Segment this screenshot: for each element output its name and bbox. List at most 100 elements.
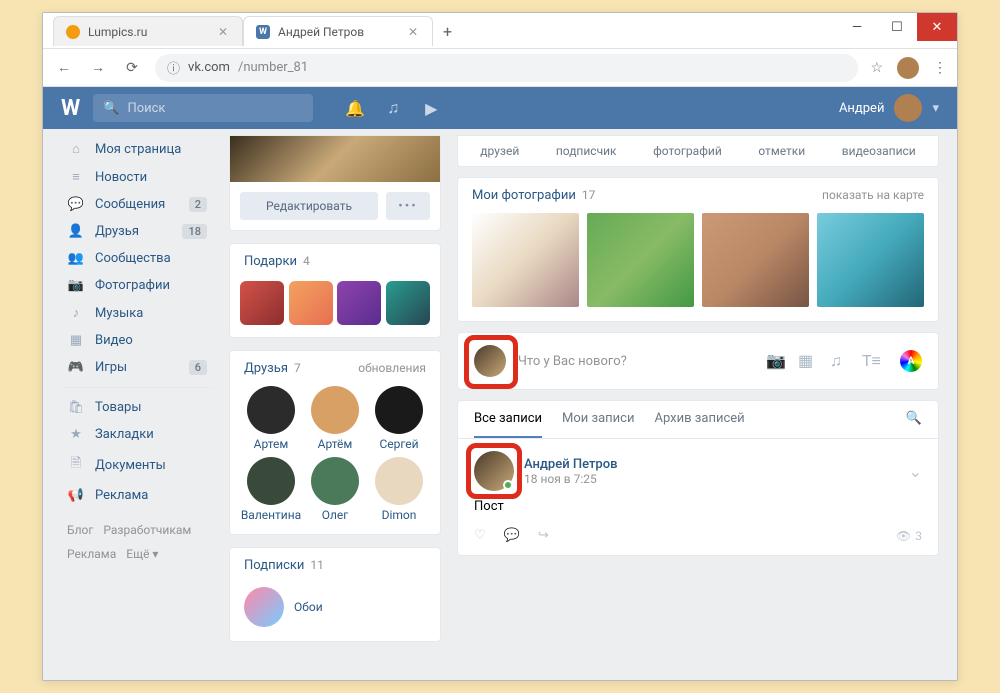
edit-profile-button[interactable]: Редактировать	[240, 192, 378, 220]
address-bar[interactable]: ⓘ vk.com/number_81	[155, 54, 858, 82]
profile-picture[interactable]	[230, 136, 440, 182]
favicon-vk: W	[256, 25, 270, 39]
post-composer[interactable]: Что у Вас нового? 📷 ▦ ♫ T≡ A	[457, 332, 939, 390]
gift-item[interactable]	[240, 281, 284, 325]
nav-market[interactable]: 🛍Товары	[61, 394, 213, 421]
friend-item[interactable]: Dimon	[368, 457, 430, 522]
tab-all-posts[interactable]: Все записи	[474, 411, 542, 438]
friend-item[interactable]: Артем	[240, 386, 302, 451]
footer-dev[interactable]: Разработчикам	[103, 521, 191, 539]
window-controls: — ☐ ✕	[837, 13, 957, 41]
text-style-icon[interactable]: T≡	[862, 351, 880, 371]
stat-friends[interactable]: друзей	[480, 144, 519, 158]
post-menu-icon[interactable]: ⌄	[909, 462, 922, 481]
footer-more[interactable]: Ещё ▾	[126, 545, 158, 563]
new-tab-button[interactable]: +	[433, 22, 462, 41]
gift-item[interactable]	[289, 281, 333, 325]
like-button[interactable]: ♡	[474, 528, 486, 543]
share-button[interactable]: ↪	[538, 528, 549, 543]
friends-updates[interactable]: обновления	[358, 361, 426, 375]
nav-messages[interactable]: 💬Сообщения2	[61, 191, 213, 218]
nav-documents[interactable]: 🗎Документы	[61, 448, 213, 482]
photo-thumb[interactable]	[587, 213, 694, 307]
nav-photos[interactable]: 📷Фотографии	[61, 272, 213, 299]
sub-item[interactable]: Обои	[230, 579, 440, 641]
vk-search[interactable]: 🔍 Поиск	[93, 94, 313, 122]
friend-avatar	[247, 386, 295, 434]
tab-archive[interactable]: Архив записей	[655, 411, 745, 438]
menu-icon[interactable]: ⋮	[933, 60, 947, 76]
nav-friends[interactable]: 👤Друзья18	[61, 218, 213, 245]
ads-icon: 📢	[67, 488, 85, 503]
friend-item[interactable]: Сергей	[368, 386, 430, 451]
vk-body: ⌂Моя страница ≡Новости 💬Сообщения2 👤Друз…	[43, 129, 957, 680]
chrome-profile-avatar[interactable]	[897, 57, 919, 79]
friend-item[interactable]: Валентина	[240, 457, 302, 522]
stat-photos[interactable]: фотографий	[653, 144, 722, 158]
photo-thumb[interactable]	[702, 213, 809, 307]
attach-photo-icon[interactable]: 📷	[766, 351, 784, 371]
photos-title[interactable]: Мои фотографии	[472, 188, 576, 203]
friend-item[interactable]: Олег	[304, 457, 366, 522]
stat-videos[interactable]: видеозаписи	[842, 144, 916, 158]
nav-games[interactable]: 🎮Игры6	[61, 354, 213, 381]
games-icon: 🎮	[67, 360, 85, 375]
vk-user-menu[interactable]: Андрей ▾	[839, 94, 939, 122]
show-on-map[interactable]: показать на карте	[822, 188, 924, 202]
friend-avatar	[247, 457, 295, 505]
post-date: 18 ноя в 7:25	[524, 472, 618, 486]
nav-news[interactable]: ≡Новости	[61, 163, 213, 191]
tab-lumpics[interactable]: Lumpics.ru ✕	[53, 16, 243, 46]
attach-video-icon[interactable]: ▦	[798, 351, 816, 371]
vk-logo[interactable]: W	[61, 96, 79, 121]
subs-title[interactable]: Подписки	[244, 558, 304, 573]
photo-thumb[interactable]	[817, 213, 924, 307]
close-icon[interactable]: ✕	[406, 25, 420, 39]
friends-title[interactable]: Друзья	[244, 361, 288, 376]
music-icon[interactable]: ♫	[383, 98, 403, 118]
vk-header-icons: 🔔 ♫ ▶	[345, 98, 441, 118]
nav-communities[interactable]: 👥Сообщества	[61, 245, 213, 272]
photo-thumb[interactable]	[472, 213, 579, 307]
attach-music-icon[interactable]: ♫	[830, 351, 848, 371]
maximize-button[interactable]: ☐	[877, 13, 917, 41]
photos-count: 17	[582, 188, 596, 202]
minimize-button[interactable]: —	[837, 13, 877, 41]
nav-music[interactable]: ♪Музыка	[61, 299, 213, 327]
nav-bookmarks[interactable]: ★Закладки	[61, 421, 213, 448]
profile-more-button[interactable]: •••	[386, 192, 430, 220]
back-button[interactable]: ←	[53, 57, 75, 79]
photos-card: Мои фотографии 17 показать на карте	[457, 177, 939, 322]
close-button[interactable]: ✕	[917, 13, 957, 41]
notifications-icon[interactable]: 🔔	[345, 98, 365, 118]
nav-ads[interactable]: 📢Реклама	[61, 482, 213, 509]
nav-video[interactable]: ▦Видео	[61, 327, 213, 354]
reload-button[interactable]: ⟳	[121, 57, 143, 79]
play-icon[interactable]: ▶	[421, 98, 441, 118]
nav-my-page[interactable]: ⌂Моя страница	[61, 135, 213, 163]
forward-button[interactable]: →	[87, 57, 109, 79]
post-author-name[interactable]: Андрей Петров	[524, 457, 618, 472]
tab-vk[interactable]: W Андрей Петров ✕	[243, 16, 433, 46]
post-views: 👁 3	[896, 529, 922, 543]
footer-blog[interactable]: Блог	[67, 521, 93, 539]
stat-follower[interactable]: подписчик	[556, 144, 617, 158]
gift-item[interactable]	[386, 281, 430, 325]
footer-ads[interactable]: Реклама	[67, 545, 116, 563]
tab-my-posts[interactable]: Мои записи	[562, 411, 634, 438]
close-icon[interactable]: ✕	[216, 25, 230, 39]
star-icon[interactable]: ☆	[870, 60, 883, 76]
wall-search-icon[interactable]: 🔍	[906, 411, 922, 438]
nav-separator	[61, 387, 213, 388]
gift-item[interactable]	[337, 281, 381, 325]
stat-tags[interactable]: отметки	[758, 144, 805, 158]
friend-name: Олег	[322, 508, 349, 522]
friends-card: Друзья7обновления АртемАртёмСергейВалент…	[229, 350, 441, 535]
friend-item[interactable]: Артём	[304, 386, 366, 451]
post-author-avatar[interactable]	[474, 451, 514, 491]
page-content: W 🔍 Поиск 🔔 ♫ ▶ Андрей ▾ ⌂Моя страница ≡…	[43, 87, 957, 680]
emoji-icon[interactable]: A	[900, 350, 922, 372]
comment-button[interactable]: 💬	[504, 528, 520, 543]
friend-name: Сергей	[379, 437, 418, 451]
gifts-title[interactable]: Подарки	[244, 254, 297, 269]
